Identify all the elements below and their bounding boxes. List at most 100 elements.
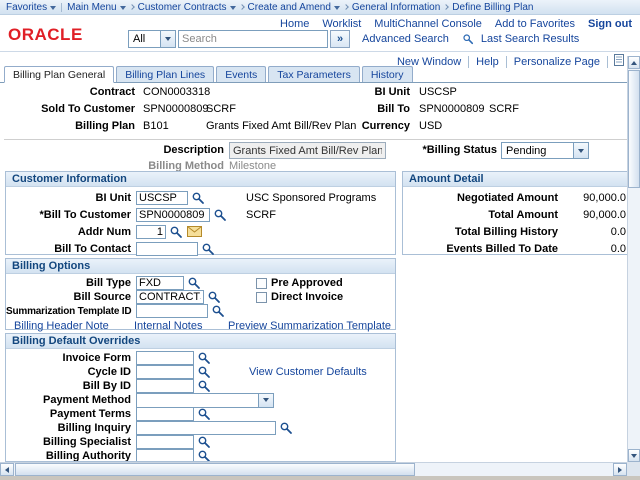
tab-label: Events bbox=[225, 69, 257, 81]
breadcrumb-favorites[interactable]: Favorites bbox=[6, 2, 56, 13]
preview-summarization-template-link[interactable]: Preview Summarization Template bbox=[228, 320, 391, 332]
billing-authority-input[interactable] bbox=[136, 449, 194, 462]
triangle-up-icon bbox=[631, 61, 637, 65]
addr-num-input[interactable] bbox=[136, 225, 166, 239]
bill-type-lookup-icon[interactable] bbox=[186, 276, 202, 291]
billing-authority-lookup-icon[interactable] bbox=[196, 449, 212, 463]
bi-unit-lookup-icon[interactable] bbox=[190, 190, 206, 205]
invoice-form-input[interactable] bbox=[136, 351, 194, 365]
payment-terms-field-label: Payment Terms bbox=[6, 408, 136, 420]
bill-by-id-lookup-icon[interactable] bbox=[196, 379, 212, 394]
bill-source-field-label: Bill Source bbox=[6, 291, 136, 303]
summary-row-billing-plan: Billing Plan B101 Grants Fixed Amt Bill/… bbox=[0, 120, 627, 133]
dropdown-arrow-icon[interactable] bbox=[573, 143, 588, 158]
billing-specialist-input[interactable] bbox=[136, 435, 194, 449]
bill-to-contact-input[interactable] bbox=[136, 242, 198, 256]
cycle-id-lookup-icon[interactable] bbox=[196, 365, 212, 380]
scroll-up-icon[interactable] bbox=[628, 56, 640, 69]
bill-to-contact-lookup-icon[interactable] bbox=[200, 241, 216, 256]
triangle-right-icon bbox=[618, 467, 622, 473]
bill-source-input[interactable] bbox=[136, 290, 204, 304]
add-to-favorites-link[interactable]: Add to Favorites bbox=[495, 18, 575, 30]
help-link[interactable]: Help bbox=[469, 56, 507, 68]
search-scope-select[interactable]: All bbox=[128, 30, 176, 48]
bill-to-customer-desc: SCRF bbox=[246, 209, 276, 221]
direct-invoice-checkbox[interactable] bbox=[256, 292, 267, 303]
search-area: All » Advanced Search Last Search Result… bbox=[128, 30, 579, 48]
payment-method-select[interactable] bbox=[136, 393, 274, 408]
summary-row-customer: Sold To Customer SPN0000809 SCRF Bill To… bbox=[0, 103, 627, 116]
billing-status-select[interactable]: Pending bbox=[501, 142, 589, 159]
summarization-template-input[interactable] bbox=[136, 304, 208, 318]
search-input[interactable] bbox=[178, 30, 328, 48]
advanced-search-link[interactable]: Advanced Search bbox=[362, 33, 449, 45]
oracle-logo: ORACLE bbox=[8, 25, 83, 45]
scroll-right-icon[interactable] bbox=[613, 463, 627, 476]
pre-approved-checkbox[interactable] bbox=[256, 278, 267, 289]
billing-status-value: Pending bbox=[502, 145, 573, 157]
payment-terms-input[interactable] bbox=[136, 407, 194, 421]
billing-inquiry-lookup-icon[interactable] bbox=[278, 421, 294, 436]
bill-to-desc: SCRF bbox=[489, 103, 519, 115]
scroll-left-icon[interactable] bbox=[0, 463, 14, 476]
billing-options-title: Billing Options bbox=[6, 259, 395, 274]
bill-type-input[interactable] bbox=[136, 276, 184, 290]
divider bbox=[4, 139, 627, 140]
billing-plan-label: Billing Plan bbox=[0, 120, 135, 132]
bill-to-customer-lookup-icon[interactable] bbox=[212, 207, 228, 222]
amount-detail-body: Negotiated Amount 90,000.0 Total Amount … bbox=[403, 187, 634, 257]
new-window-link[interactable]: New Window bbox=[390, 56, 469, 68]
last-search-results-link[interactable]: Last Search Results bbox=[481, 33, 579, 45]
bi-unit-input[interactable] bbox=[136, 191, 188, 205]
tab-events[interactable]: Events bbox=[216, 66, 266, 82]
breadcrumb-label: Define Billing Plan bbox=[452, 2, 533, 13]
bill-to-customer-input[interactable] bbox=[136, 208, 210, 222]
billing-inquiry-input[interactable] bbox=[136, 421, 276, 435]
breadcrumb-create-and-amend[interactable]: Create and Amend bbox=[248, 2, 340, 13]
view-customer-defaults-link[interactable]: View Customer Defaults bbox=[249, 366, 367, 378]
contract-label: Contract bbox=[0, 86, 135, 98]
bill-source-lookup-icon[interactable] bbox=[206, 290, 222, 305]
page-icon[interactable] bbox=[614, 54, 624, 69]
horizontal-scrollbar[interactable] bbox=[0, 462, 627, 476]
triangle-down-icon bbox=[631, 454, 637, 458]
breadcrumb-main-menu[interactable]: Main Menu bbox=[67, 2, 125, 13]
sign-out-link[interactable]: Sign out bbox=[588, 18, 632, 30]
personalize-page-link[interactable]: Personalize Page bbox=[507, 56, 608, 68]
payment-terms-lookup-icon[interactable] bbox=[196, 407, 212, 422]
horizontal-scrollbar-thumb[interactable] bbox=[15, 463, 415, 476]
vertical-scrollbar-thumb[interactable] bbox=[628, 70, 640, 188]
internal-notes-link[interactable]: Internal Notes bbox=[134, 320, 202, 332]
invoice-form-lookup-icon[interactable] bbox=[196, 351, 212, 366]
tab-tax-parameters[interactable]: Tax Parameters bbox=[268, 66, 360, 82]
billing-specialist-lookup-icon[interactable] bbox=[196, 435, 212, 450]
billing-authority-field-label: Billing Authority bbox=[6, 450, 136, 462]
breadcrumb-label: General Information bbox=[352, 2, 440, 13]
addr-num-lookup-icon[interactable] bbox=[168, 224, 184, 239]
events-billed-to-date-value: 0.0 bbox=[568, 243, 626, 255]
tab-billing-plan-general[interactable]: Billing Plan General bbox=[4, 66, 114, 83]
description-input[interactable] bbox=[229, 142, 386, 159]
cycle-id-input[interactable] bbox=[136, 365, 194, 379]
dropdown-arrow-icon[interactable] bbox=[160, 31, 175, 47]
billing-header-note-link[interactable]: Billing Header Note bbox=[14, 320, 109, 332]
tab-billing-plan-lines[interactable]: Billing Plan Lines bbox=[116, 66, 214, 82]
worklist-link[interactable]: Worklist bbox=[322, 18, 361, 30]
multichannel-console-link[interactable]: MultiChannel Console bbox=[374, 18, 482, 30]
envelope-icon[interactable] bbox=[187, 225, 204, 238]
breadcrumb-label: Favorites bbox=[6, 2, 47, 13]
cycle-id-row: Cycle ID View Customer Defaults bbox=[6, 365, 395, 379]
dropdown-arrow-icon[interactable] bbox=[258, 394, 273, 407]
window-bottom-edge bbox=[0, 476, 640, 480]
pre-approved-label: Pre Approved bbox=[271, 277, 343, 289]
total-amount-label: Total Amount bbox=[403, 209, 568, 221]
breadcrumb-general-information[interactable]: General Information bbox=[352, 2, 440, 13]
summarization-template-lookup-icon[interactable] bbox=[210, 304, 226, 319]
vertical-scrollbar[interactable] bbox=[627, 56, 640, 462]
bill-by-id-input[interactable] bbox=[136, 379, 194, 393]
search-go-button[interactable]: » bbox=[330, 30, 350, 48]
scroll-down-icon[interactable] bbox=[628, 449, 640, 462]
home-link[interactable]: Home bbox=[280, 18, 309, 30]
breadcrumb-customer-contracts[interactable]: Customer Contracts bbox=[138, 2, 236, 13]
bill-to-customer-row: *Bill To Customer SCRF bbox=[6, 206, 395, 223]
